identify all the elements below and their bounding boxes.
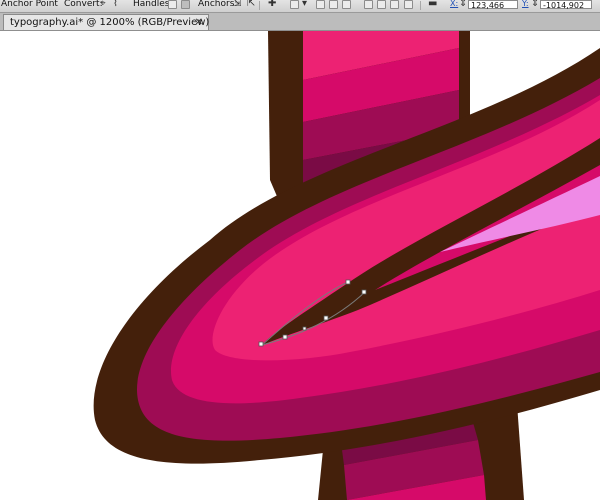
separator xyxy=(259,1,260,10)
artwork xyxy=(93,31,600,500)
stepper-icon[interactable]: ⇕ xyxy=(459,0,467,9)
anchor-point[interactable] xyxy=(323,315,329,321)
align-bottom-icon[interactable] xyxy=(390,0,399,9)
anchor-point[interactable] xyxy=(302,326,307,331)
document-tab[interactable]: typography.ai* @ 1200% (RGB/Preview) ✕ xyxy=(3,14,209,30)
stepper-icon[interactable]: ⇕ xyxy=(531,0,539,9)
connect-endpoints-icon[interactable]: ✚ xyxy=(268,0,276,9)
close-icon[interactable]: ✕ xyxy=(195,15,203,30)
distribute-icon[interactable] xyxy=(404,0,413,9)
document-title: typography.ai* @ 1200% (RGB/Preview) xyxy=(10,17,210,28)
x-label[interactable]: X: xyxy=(450,0,458,8)
document-tab-bar: typography.ai* @ 1200% (RGB/Preview) ✕ xyxy=(0,13,600,31)
small-white-mark xyxy=(500,31,510,38)
anchor-point[interactable] xyxy=(361,289,367,295)
anchor-point[interactable] xyxy=(282,334,288,340)
remove-anchor-icon[interactable]: ⇱ xyxy=(247,0,255,9)
convert-smooth-icon[interactable]: ⌇ xyxy=(113,0,118,9)
align-left-icon[interactable] xyxy=(316,0,325,9)
align-right-icon[interactable] xyxy=(342,0,351,9)
anchor-point[interactable] xyxy=(345,279,351,285)
tool-name: Anchor Point xyxy=(1,0,58,9)
separator xyxy=(420,1,421,10)
convert-label: Convert: xyxy=(64,0,103,9)
convert-corner-icon[interactable]: ⌖ xyxy=(100,0,106,9)
isolate-icon[interactable] xyxy=(290,0,299,9)
transform-ref-icon[interactable]: ▬ xyxy=(428,0,437,9)
y-label[interactable]: Y: xyxy=(522,0,529,8)
control-bar: Anchor Point Convert: ⌖ ⌇ Handles: Ancho… xyxy=(0,0,600,13)
hide-handles-icon[interactable] xyxy=(181,0,190,9)
align-center-icon[interactable] xyxy=(329,0,338,9)
chevron-down-icon[interactable]: ▾ xyxy=(302,0,307,9)
align-middle-icon[interactable] xyxy=(377,0,386,9)
artboard-canvas[interactable] xyxy=(0,31,600,500)
handles-label: Handles: xyxy=(133,0,173,9)
y-coordinate-field[interactable]: -1014,902 p xyxy=(540,0,592,12)
align-top-icon[interactable] xyxy=(364,0,373,9)
anchors-label: Anchors: xyxy=(198,0,238,9)
show-handles-icon[interactable] xyxy=(168,0,177,9)
anchor-point[interactable] xyxy=(258,341,264,347)
x-coordinate-field[interactable]: 123,466 px xyxy=(468,0,518,12)
anchors-icon[interactable]: ⇲ xyxy=(233,0,241,9)
